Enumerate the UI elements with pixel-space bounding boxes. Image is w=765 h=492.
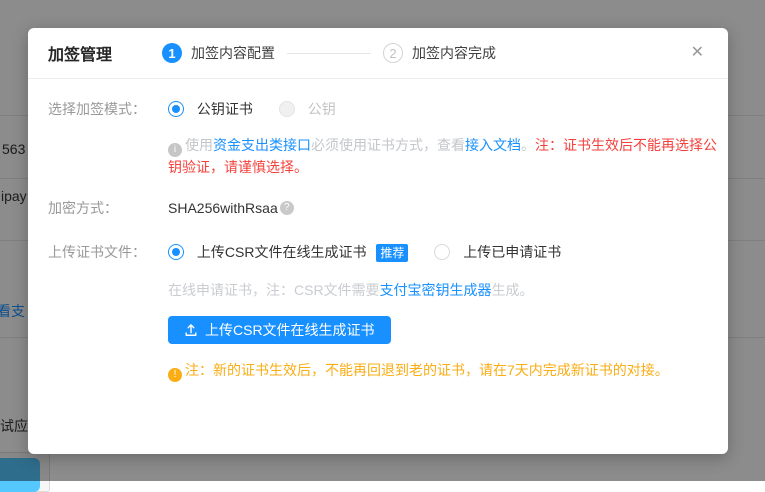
info-icon: i: [168, 143, 182, 157]
sign-management-dialog: 加签管理 1 加签内容配置 2 加签内容完成 ✕ 选择加签模式： 公钥证书 公钥: [28, 28, 728, 454]
note-period: 。: [521, 137, 535, 153]
radio-disabled-icon: [279, 101, 295, 117]
upload-csr-button[interactable]: 上传CSR文件在线生成证书: [168, 316, 391, 344]
radio-unchecked-icon[interactable]: [434, 244, 450, 260]
step-1: 1 加签内容配置: [162, 43, 275, 63]
step-connector: [287, 53, 371, 54]
step-2-label: 加签内容完成: [412, 43, 496, 63]
radio-pubkey-label: 公钥: [308, 101, 336, 117]
upload-icon: [184, 323, 198, 337]
encrypt-method-label: 加密方式：: [48, 198, 168, 218]
radio-cert-label[interactable]: 公钥证书: [197, 101, 253, 117]
help-icon[interactable]: ?: [280, 201, 294, 215]
sign-mode-label: 选择加签模式：: [48, 99, 168, 119]
step-2-number-icon: 2: [383, 43, 403, 63]
keygen-tool-link[interactable]: 支付宝密钥生成器: [380, 282, 492, 298]
access-doc-link[interactable]: 接入文档: [465, 137, 521, 153]
radio-option-cert[interactable]: 公钥证书: [168, 99, 253, 119]
radio-checked-icon[interactable]: [168, 101, 184, 117]
radio-option-pubkey: 公钥: [279, 99, 336, 119]
radio-option-csr[interactable]: 上传CSR文件在线生成证书 推荐: [168, 242, 408, 262]
csr-hint: 在线申请证书，注：CSR文件需要支付宝密钥生成器生成。: [168, 280, 704, 300]
upload-cert-label: 上传证书文件：: [48, 242, 168, 262]
radio-csr-label[interactable]: 上传CSR文件在线生成证书: [197, 244, 367, 260]
rollback-warning-text: 注：新的证书生效后，不能再回退到老的证书，请在7天内完成新证书的对接。: [185, 362, 669, 378]
note-prefix: 使用: [185, 137, 213, 153]
recommended-badge: 推荐: [376, 244, 408, 262]
note-mid: 必须使用证书方式，查看: [311, 137, 465, 153]
close-icon[interactable]: ✕: [687, 41, 708, 65]
sign-mode-row: 选择加签模式： 公钥证书 公钥: [48, 99, 704, 119]
step-1-label: 加签内容配置: [191, 43, 275, 63]
upload-cert-row: 上传证书文件： 上传CSR文件在线生成证书 推荐 上传已申请证书: [48, 242, 704, 262]
cert-mode-note: i使用资金支出类接口必须使用证书方式，查看接入文档。注：证书生效后不能再选择公钥…: [168, 135, 728, 178]
dialog-title: 加签管理: [48, 41, 112, 65]
step-1-number-icon: 1: [162, 43, 182, 63]
dialog-header: 加签管理 1 加签内容配置 2 加签内容完成 ✕: [28, 28, 728, 79]
radio-checked-icon[interactable]: [168, 244, 184, 260]
hint-post: 生成。: [492, 282, 534, 298]
funds-api-link[interactable]: 资金支出类接口: [213, 137, 311, 153]
step-2: 2 加签内容完成: [383, 43, 496, 63]
radio-applied-label[interactable]: 上传已申请证书: [463, 244, 561, 260]
dialog-body: 选择加签模式： 公钥证书 公钥 i使用资金支出类接口必须使用证书方式，查看接入文…: [28, 79, 728, 382]
warning-icon: !: [168, 368, 182, 382]
encrypt-method-row: 加密方式： SHA256withRsaa ?: [48, 198, 704, 218]
radio-option-applied[interactable]: 上传已申请证书: [434, 242, 561, 262]
rollback-warning: !注：新的证书生效后，不能再回退到老的证书，请在7天内完成新证书的对接。: [168, 360, 704, 382]
encrypt-method-value: SHA256withRsaa: [168, 200, 278, 216]
upload-button-label: 上传CSR文件在线生成证书: [205, 320, 375, 340]
hint-pre: 在线申请证书，注：CSR文件需要: [168, 282, 380, 298]
step-indicator: 1 加签内容配置 2 加签内容完成: [162, 43, 496, 63]
